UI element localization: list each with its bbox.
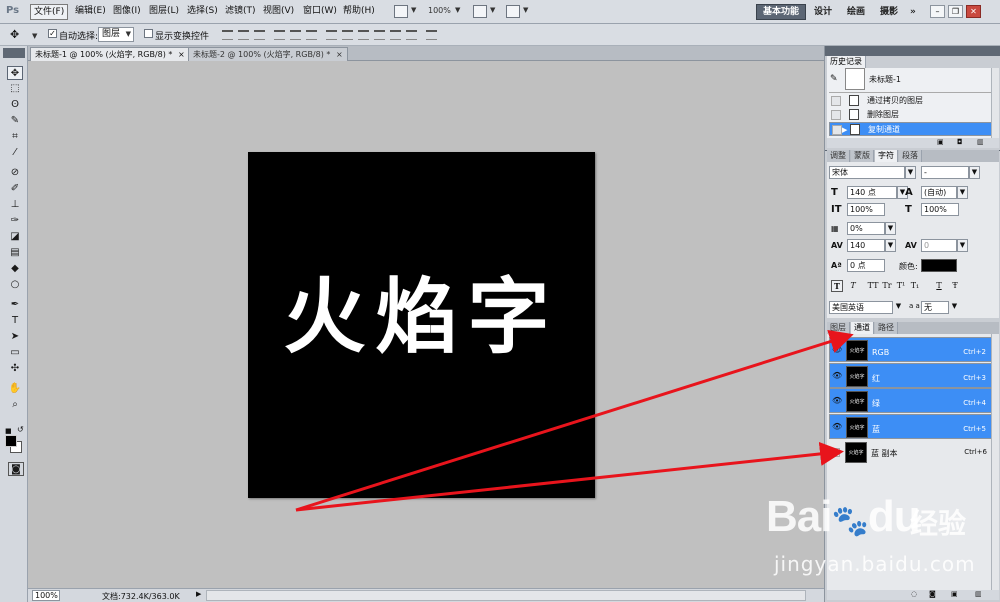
annotation-arrow-channels-tab bbox=[295, 329, 854, 512]
jingyan-label: 经验 bbox=[910, 507, 967, 540]
jingyan-url: jingyan.baidu.com bbox=[774, 552, 976, 576]
baidu-logo-text: Bai bbox=[766, 492, 832, 541]
annotation-arrow-channel-copy bbox=[295, 441, 844, 512]
paw-icon: 🐾 bbox=[831, 505, 868, 538]
baidu-jingyan-watermark: Bai🐾du 经验 jingyan.baidu.com bbox=[766, 492, 1000, 600]
baidu-logo: Bai🐾du bbox=[766, 492, 921, 542]
